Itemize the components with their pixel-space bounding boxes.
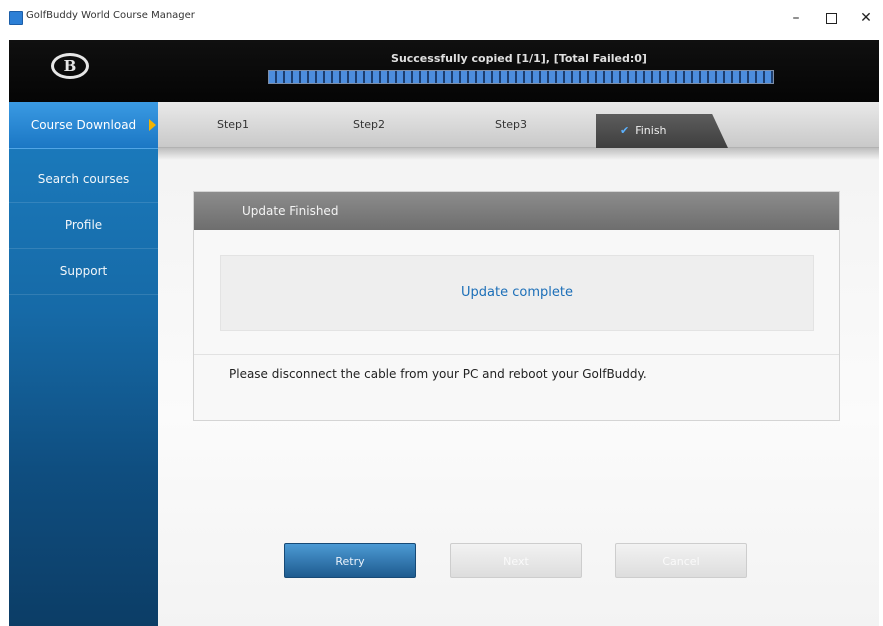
sidebar-item-label: Profile <box>64 218 103 232</box>
panel-body: Update complete Please disconnect the ca… <box>194 230 839 420</box>
app-header: B Successfully copied [1/1], [Total Fail… <box>9 40 879 102</box>
steps-bar: Step1 Step2 Step3 ✔ Finish <box>158 102 879 148</box>
step-3[interactable]: Step3 <box>466 102 556 148</box>
copy-progress-bar <box>268 70 774 84</box>
sidebar-item-course-download[interactable]: Course Download <box>9 102 158 149</box>
sidebar-item-label: Search courses <box>37 172 130 186</box>
next-button[interactable]: Next <box>450 543 582 578</box>
window-title: GolfBuddy World Course Manager <box>26 10 195 21</box>
sidebar: Course Download Search courses Profile S… <box>9 102 158 626</box>
check-icon: ✔ <box>620 124 630 137</box>
close-button[interactable]: ✕ <box>851 4 881 32</box>
divider <box>194 354 839 355</box>
minimize-button[interactable]: – <box>781 4 811 32</box>
active-arrow-icon <box>149 119 156 131</box>
step-finish-label: Finish <box>635 124 667 137</box>
steps-shadow <box>158 148 879 160</box>
sidebar-item-label: Support <box>59 264 108 278</box>
sidebar-item-search-courses[interactable]: Search courses <box>9 156 158 203</box>
logo-letter: B <box>63 57 77 75</box>
retry-button[interactable]: Retry <box>284 543 416 578</box>
sidebar-item-label: Course Download <box>30 118 137 132</box>
step-2[interactable]: Step2 <box>324 102 414 148</box>
disconnect-instruction: Please disconnect the cable from your PC… <box>229 367 647 381</box>
update-panel: Update Finished Update complete Please d… <box>193 191 840 421</box>
golfbuddy-logo: B <box>51 53 89 79</box>
panel-title: Update Finished <box>242 204 339 218</box>
main-content: Step1 Step2 Step3 ✔ Finish Update Finishe… <box>158 102 879 626</box>
maximize-button[interactable] <box>816 4 846 32</box>
maximize-icon <box>825 12 837 24</box>
window-titlebar: GolfBuddy World Course Manager – ✕ <box>0 0 883 40</box>
progress-fill <box>269 71 773 83</box>
step-finish[interactable]: ✔ Finish <box>596 114 728 148</box>
app-icon <box>9 11 23 25</box>
step-1[interactable]: Step1 <box>188 102 278 148</box>
sidebar-item-support[interactable]: Support <box>9 248 158 295</box>
cancel-button[interactable]: Cancel <box>615 543 747 578</box>
copy-status-text: Successfully copied [1/1], [Total Failed… <box>391 52 647 65</box>
sidebar-item-profile[interactable]: Profile <box>9 202 158 249</box>
update-complete-message: Update complete <box>220 255 814 331</box>
panel-header: Update Finished <box>194 192 839 230</box>
